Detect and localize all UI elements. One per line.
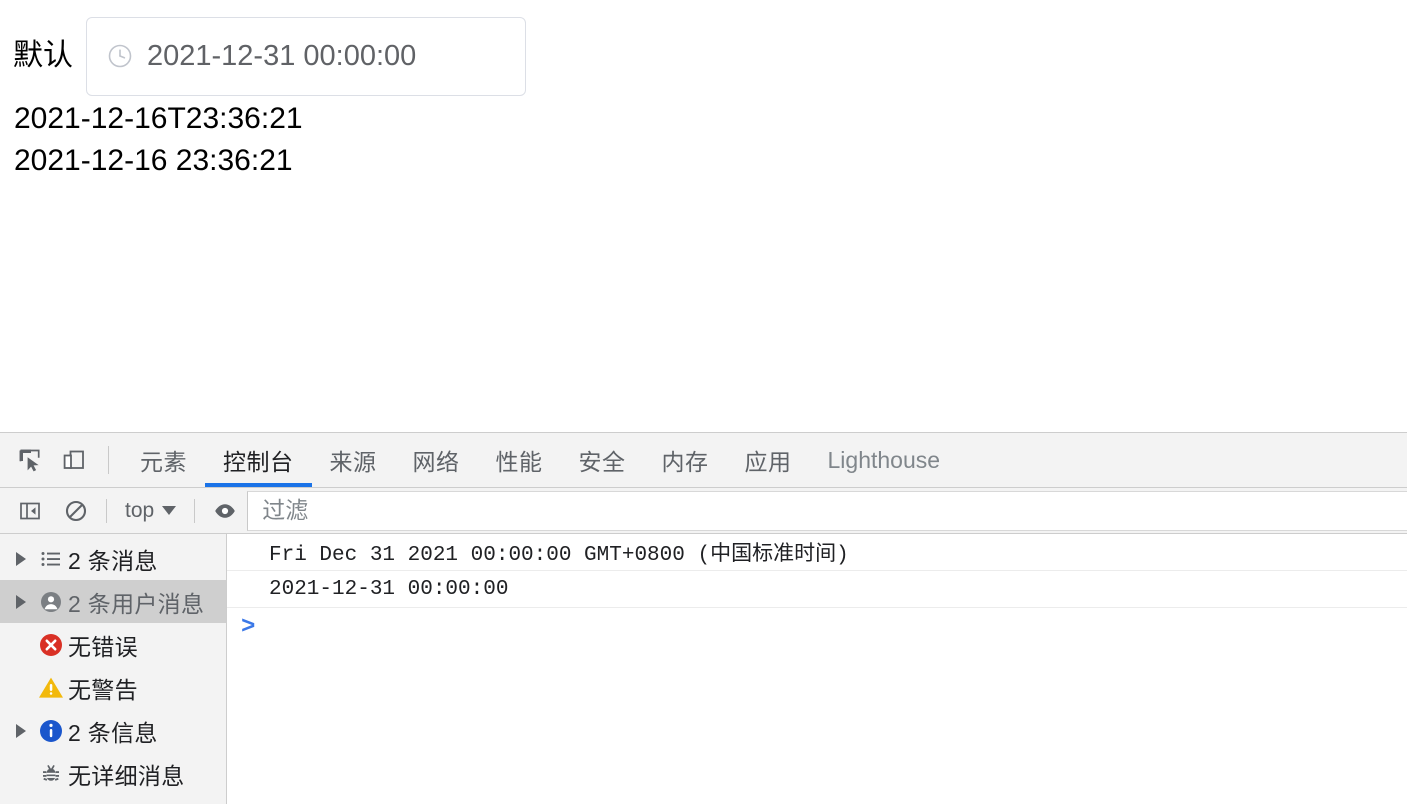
sidebar-item-all-messages[interactable]: 2 条消息	[0, 537, 226, 580]
sidebar-item-label: 2 条用户消息	[68, 590, 205, 617]
tab-application[interactable]: 应用	[727, 433, 810, 487]
tab-memory[interactable]: 内存	[644, 433, 727, 487]
info-icon	[34, 718, 68, 744]
chevron-down-icon	[162, 506, 177, 515]
device-toolbar-icon[interactable]	[54, 440, 94, 480]
list-icon	[34, 547, 68, 571]
sidebar-item-label: 无警告	[68, 676, 138, 703]
sidebar-item-info[interactable]: 2 条信息	[0, 709, 226, 752]
chevron-right-icon[interactable]	[8, 723, 34, 738]
sidebar-item-label: 2 条消息	[68, 547, 158, 574]
tab-elements[interactable]: 元素	[122, 433, 205, 487]
sidebar-item-label: 2 条信息	[68, 719, 158, 746]
console-sidebar: 2 条消息 2 条用户消息 无错误 无警告 2 条信息 无详细消息	[0, 534, 227, 804]
warning-icon	[34, 675, 68, 701]
show-console-sidebar-icon[interactable]	[12, 493, 48, 529]
datetime-picker-value: 2021-12-31 00:00:00	[147, 39, 417, 72]
picker-label: 默认	[13, 39, 73, 72]
sidebar-item-errors[interactable]: 无错误	[0, 623, 226, 666]
devtools-tabbar: 元素 控制台 来源 网络 性能 安全 内存 应用 Lighthouse	[0, 433, 1407, 488]
sidebar-item-label: 无详细消息	[68, 762, 185, 789]
console-filter-input[interactable]	[248, 491, 1407, 530]
sidebar-item-warnings[interactable]: 无警告	[0, 666, 226, 709]
tab-console[interactable]: 控制台	[205, 433, 312, 487]
toolbar-divider	[108, 446, 109, 474]
console-message[interactable]: Fri Dec 31 2021 00:00:00 GMT+0800 (中国标准时…	[227, 534, 1407, 571]
console-body: 2 条消息 2 条用户消息 无错误 无警告 2 条信息 无详细消息 Fri De…	[0, 534, 1407, 804]
console-toolbar-divider-2	[194, 498, 196, 523]
web-page-viewport: 默认 2021-12-31 00:00:00 2021-12-16T23:36:…	[0, 0, 1407, 432]
chevron-right-icon[interactable]	[8, 551, 34, 566]
console-message-list: Fri Dec 31 2021 00:00:00 GMT+0800 (中国标准时…	[227, 534, 1407, 804]
bug-icon	[34, 762, 68, 786]
sidebar-item-user-messages[interactable]: 2 条用户消息	[0, 580, 226, 623]
datetime-picker-input[interactable]: 2021-12-31 00:00:00	[86, 16, 526, 96]
execution-context-selector[interactable]: top	[119, 494, 182, 528]
output-line-iso: 2021-12-16T23:36:21	[14, 102, 303, 135]
tab-lighthouse[interactable]: Lighthouse	[810, 433, 959, 487]
tab-security[interactable]: 安全	[561, 433, 644, 487]
console-message[interactable]: 2021-12-31 00:00:00	[227, 571, 1407, 608]
console-filter-wrapper	[247, 490, 1407, 531]
clear-console-icon[interactable]	[58, 493, 94, 529]
prompt-chevron-icon: >	[241, 614, 256, 641]
console-prompt[interactable]: >	[227, 608, 1407, 648]
console-toolbar-divider-1	[106, 498, 107, 523]
sidebar-item-label: 无错误	[68, 633, 138, 660]
error-icon	[34, 632, 68, 658]
datetime-picker-row: 默认 2021-12-31 00:00:00	[0, 14, 526, 98]
sidebar-item-verbose[interactable]: 无详细消息	[0, 752, 226, 795]
tab-performance[interactable]: 性能	[478, 433, 561, 487]
clock-icon	[107, 43, 133, 69]
devtools-panel: 元素 控制台 来源 网络 性能 安全 内存 应用 Lighthouse top	[0, 432, 1407, 805]
tab-sources[interactable]: 来源	[312, 433, 395, 487]
tab-network[interactable]: 网络	[395, 433, 478, 487]
output-line-formatted: 2021-12-16 23:36:21	[14, 144, 293, 177]
live-expression-eye-icon[interactable]	[207, 493, 243, 529]
chevron-right-icon[interactable]	[8, 594, 34, 609]
console-toolbar: top	[0, 488, 1407, 534]
execution-context-value: top	[125, 498, 155, 522]
inspect-element-icon[interactable]	[10, 440, 50, 480]
person-icon	[34, 590, 68, 614]
